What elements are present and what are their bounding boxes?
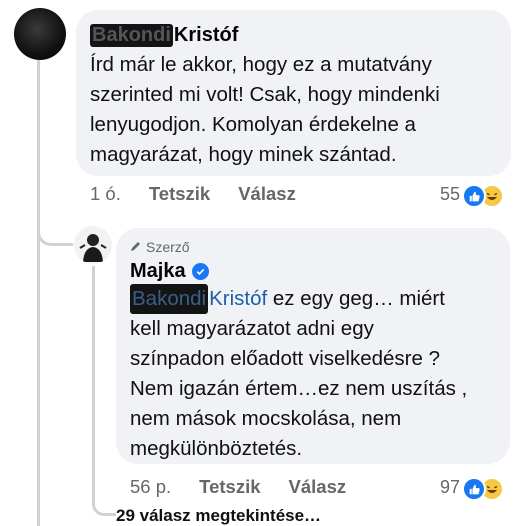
author-role-badge: Szerző — [130, 236, 498, 258]
reply-thread-line — [92, 266, 95, 506]
avatar[interactable] — [74, 226, 112, 264]
comment-timestamp[interactable]: 56 p. — [130, 476, 171, 498]
comment-text-line: színpadon előadott viselkedésre ? — [130, 347, 440, 370]
comment-timestamp[interactable]: 1 ó. — [90, 183, 121, 205]
pencil-icon — [130, 239, 142, 255]
comment-actions: 1 ó. Tetszik Válasz — [90, 180, 296, 208]
comment-text-line: nem mások mocskolása, nem — [130, 407, 402, 430]
like-button[interactable]: Tetszik — [149, 183, 210, 205]
mention-link[interactable]: Bakondi Kristóf — [130, 284, 267, 314]
avatar[interactable] — [14, 8, 66, 60]
verified-badge-icon — [191, 262, 209, 280]
reply-button[interactable]: Válasz — [289, 476, 347, 498]
more-replies-connector-line — [92, 496, 116, 516]
comment-text-line: Bakondi Kristóf ez egy geg… miért — [130, 284, 498, 314]
comment-bubble: Bakondi Kristóf Írd már le akkor, hogy ez… — [76, 10, 511, 176]
author-name[interactable]: Majka — [130, 260, 186, 283]
thread-connector-line — [37, 60, 40, 526]
comment-author[interactable]: Bakondi Kristóf — [90, 20, 497, 50]
author-name[interactable]: Kristóf — [174, 24, 238, 46]
comment-text: Írd már le akkor, hogy ez a mutatvány sz… — [90, 50, 497, 170]
reply-button[interactable]: Válasz — [238, 183, 296, 205]
censored-name: Bakondi — [130, 284, 209, 314]
comment-text-line: lenyugodjon. Komolyan érdekelne a — [90, 113, 416, 136]
reaction-summary[interactable]: 55 — [440, 180, 506, 208]
reply-bubble: Szerző Majka Bakondi Kristóf ez egy geg… … — [116, 228, 510, 464]
comment-text-line: Nem igazán értem…ez nem uszítás , — [130, 377, 468, 400]
reaction-count: 97 — [440, 476, 461, 497]
role-label: Szerző — [146, 239, 190, 255]
reply-actions: 56 p. Tetszik Válasz — [130, 473, 346, 501]
comment-text-line: szerinted mi volt! Csak, hogy mindenki — [90, 83, 440, 106]
like-button[interactable]: Tetszik — [199, 476, 260, 498]
comment-thread: Bakondi Kristóf Írd már le akkor, hogy ez… — [0, 0, 526, 526]
comment-text-line: kell magyarázatot adni egy — [130, 317, 374, 340]
like-icon — [462, 184, 487, 208]
reaction-summary[interactable]: 97 — [440, 473, 506, 501]
view-more-replies-link[interactable]: 29 válasz megtekintése… — [116, 506, 321, 526]
comment-author[interactable]: Majka — [130, 258, 498, 284]
comment-text-line: megkülönböztetés. — [130, 437, 303, 460]
reply-connector-line — [37, 218, 73, 246]
comment-text-line: Írd már le akkor, hogy ez a mutatvány — [90, 53, 432, 76]
comment-text: Bakondi Kristóf ez egy geg… miért kell ma… — [130, 284, 498, 464]
like-icon — [462, 477, 487, 501]
reaction-count: 55 — [440, 183, 461, 204]
censored-name: Bakondi — [90, 23, 173, 47]
comment-text-line: magyarázat, hogy minek szántad. — [90, 143, 397, 166]
